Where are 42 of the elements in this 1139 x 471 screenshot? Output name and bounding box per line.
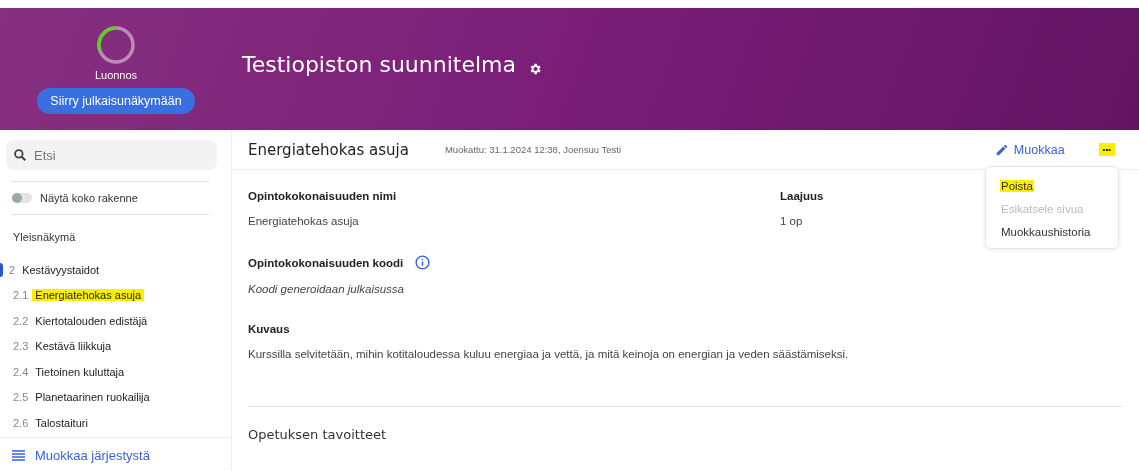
toggle-switch[interactable] <box>12 193 32 203</box>
field-label: Opintokokonaisuuden koodi <box>248 256 404 269</box>
search-field[interactable]: Etsi <box>6 140 217 170</box>
section-title: Opetuksen tavoitteet <box>247 426 388 442</box>
page-title: Testiopiston suunnitelma <box>242 52 516 77</box>
menu-item[interactable]: Muokkaushistoria <box>1000 225 1092 238</box>
tree-item[interactable]: Kestävyystaidot <box>19 263 103 276</box>
field-label: Opintokokonaisuuden nimi <box>248 190 397 202</box>
item-number: 2.4 <box>13 365 29 378</box>
item-number: 2 <box>9 263 16 276</box>
content-title: Energiatehokas asuja <box>248 140 409 159</box>
item-number: 2.2 <box>13 314 29 327</box>
pencil-icon <box>994 142 1009 157</box>
field-value: Kurssilla selvitetään, mihin kotitaloudessa kuluu energiaa ja vettä, ja mitä keinoja on energian ja veden säästämiseksi. <box>248 348 850 360</box>
toggle-label: Näytä koko rakenne <box>40 192 138 204</box>
menu-item[interactable]: Poista <box>1000 179 1034 192</box>
item-number: 2.6 <box>13 416 29 429</box>
field-value: Koodi generoidaan julkaisussa <box>248 283 405 295</box>
edit-button[interactable]: Muokkaa <box>988 141 1071 158</box>
tree-item[interactable]: Planetaarinen ruokailija <box>32 391 153 404</box>
overview-link[interactable]: Yleisnäkymä <box>0 215 231 257</box>
more-button[interactable]: ••• <box>1098 143 1115 156</box>
tree-item[interactable]: Energiatehokas asuja <box>32 289 145 302</box>
field-value: 1 op <box>780 215 804 227</box>
item-number: 2.5 <box>13 391 29 404</box>
status-label: Luonnos <box>94 69 138 81</box>
field-label: Laajuus <box>780 190 824 202</box>
tree-item[interactable]: Tietoinen kuluttaja <box>32 365 128 378</box>
item-number: 2.3 <box>13 340 29 353</box>
modified-info: Muokattu: 31.1.2024 12:38, Joensuu Testi <box>444 144 622 155</box>
gear-icon[interactable] <box>528 62 542 76</box>
tree-item[interactable]: Kiertotalouden edistäjä <box>32 314 151 327</box>
search-icon <box>13 148 27 162</box>
tree-item[interactable]: Kestävä liikkuja <box>32 340 115 353</box>
menu-icon <box>12 450 25 461</box>
publish-view-button[interactable]: Siirry julkaisunäkymään <box>37 88 195 114</box>
item-number: 2.1 <box>13 289 29 302</box>
reorder-link[interactable]: Muokkaa järjestystä <box>35 448 150 463</box>
tree-item[interactable]: Talostaituri <box>32 416 91 429</box>
field-value: Energiatehokas asuja <box>248 215 360 227</box>
field-label: Kuvaus <box>248 323 290 335</box>
info-icon[interactable] <box>415 255 431 270</box>
